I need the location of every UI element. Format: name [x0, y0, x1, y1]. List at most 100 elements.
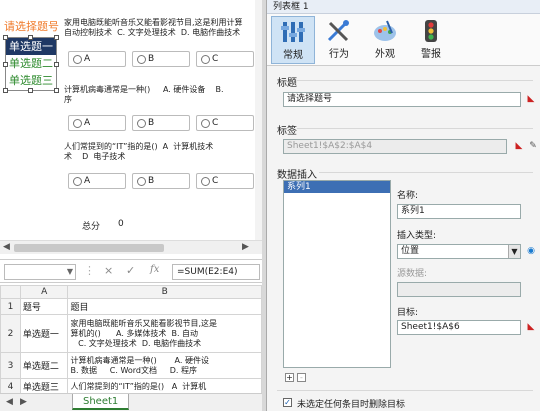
resize-handle[interactable]	[28, 35, 33, 40]
behavior-icon	[327, 20, 349, 42]
link-cell-icon[interactable]: ◣	[513, 140, 525, 152]
tab-general[interactable]: 常规	[271, 16, 315, 64]
tab-alert[interactable]: 警报	[409, 16, 453, 64]
resize-handle[interactable]	[3, 88, 8, 93]
sheet-tab-bar: ◀ ▶ Sheet1	[0, 393, 262, 411]
fx-icon[interactable]: fx	[150, 264, 159, 275]
prev-sheet-icon[interactable]: ◀	[6, 397, 13, 407]
form-horizontal-scrollbar[interactable]: ◀ ▶	[0, 240, 262, 254]
formula-bar: ▼ ⋮ × ✓ fx =SUM(E2:E4)	[0, 259, 262, 283]
column-header-a[interactable]: A	[19, 285, 69, 299]
list-title-label: 请选择题号	[4, 20, 59, 33]
info-icon[interactable]: ◉	[525, 245, 537, 257]
option-c[interactable]: C	[196, 115, 254, 131]
column-header-b[interactable]: B	[67, 285, 262, 299]
resize-handle[interactable]	[54, 62, 59, 67]
option-b[interactable]: B	[132, 115, 190, 131]
tag-input[interactable]: Sheet1!$A$2:$A$4	[283, 139, 507, 154]
row-header[interactable]: 3	[0, 352, 21, 379]
series-item[interactable]: 系列1	[284, 181, 390, 193]
radio-icon	[201, 119, 210, 128]
cell-b2[interactable]: 家用电脑既能听音乐又能看影视节目,这是 算机的() A. 多媒体技术 B. 自动…	[67, 314, 262, 353]
row-header[interactable]: 1	[0, 298, 21, 315]
form-canvas: 请选择题号 单选题一 单选题二 单选题三 家用电脑既能听音乐又能看影视节目,这是…	[0, 0, 262, 240]
row-header[interactable]: 2	[0, 314, 21, 353]
panel-tab-bar: 常规 行为 外观 警报	[267, 14, 540, 66]
scroll-thumb[interactable]	[14, 244, 164, 252]
question-3-text: 人们常提到的“IT”指的是() A 计算机技术 术 D 电子技术	[64, 142, 214, 161]
source-data-input[interactable]	[397, 282, 521, 297]
title-input[interactable]: 请选择题号	[283, 92, 521, 107]
list-option-3[interactable]: 单选题三	[6, 72, 56, 89]
panel-title: 列表框 1	[267, 0, 540, 14]
question-2-text: 计算机病毒通常是一种() A. 硬件设备 B. 序	[64, 85, 224, 104]
link-cell-icon[interactable]: ◣	[525, 321, 537, 333]
cell-a4[interactable]: 单选题三	[19, 378, 69, 393]
corner-cell[interactable]	[0, 285, 21, 299]
insert-type-select[interactable]: 位置 ▼	[397, 244, 521, 259]
title-section-label: 标题	[277, 78, 297, 89]
name-box[interactable]: ▼	[4, 264, 76, 280]
radio-icon	[73, 55, 82, 64]
list-option-1[interactable]: 单选题一	[6, 38, 56, 55]
sheet-tab-sheet1[interactable]: Sheet1	[72, 394, 130, 410]
radio-icon	[201, 55, 210, 64]
cell-b4[interactable]: 人们常提到的“IT”指的是() A 计算机	[67, 378, 262, 393]
cell-a3[interactable]: 单选题二	[19, 352, 69, 379]
resize-handle[interactable]	[3, 35, 8, 40]
question-3-options: A B C	[68, 173, 258, 191]
target-input[interactable]: Sheet1!$A$6	[397, 320, 521, 335]
series-list[interactable]: 系列1	[283, 180, 391, 368]
scroll-left-icon[interactable]: ◀	[3, 242, 10, 252]
question-listbox[interactable]: 单选题一 单选题二 单选题三	[5, 37, 57, 91]
target-label: 目标:	[397, 308, 419, 318]
remove-series-button[interactable]: -	[297, 373, 306, 382]
option-c[interactable]: C	[196, 173, 254, 189]
next-sheet-icon[interactable]: ▶	[20, 397, 27, 407]
link-cell-icon[interactable]: ◣	[525, 93, 537, 105]
resize-handle[interactable]	[3, 62, 8, 67]
radio-icon	[201, 177, 210, 186]
cancel-icon[interactable]: ×	[104, 264, 113, 277]
option-c[interactable]: C	[196, 51, 254, 67]
radio-icon	[137, 119, 146, 128]
chevron-down-icon[interactable]: ▼	[508, 245, 520, 258]
option-a[interactable]: A	[68, 51, 126, 67]
resize-handle[interactable]	[54, 35, 59, 40]
name-label: 名称:	[397, 191, 419, 201]
radio-icon	[73, 119, 82, 128]
enter-check-icon[interactable]: ✓	[126, 264, 135, 277]
question-2-options: A B C	[68, 115, 258, 133]
question-1-options: A B C	[68, 51, 258, 69]
add-series-button[interactable]: +	[285, 373, 294, 382]
option-a[interactable]: A	[68, 173, 126, 189]
form-vertical-scrollbar[interactable]	[255, 0, 262, 240]
cell-b1[interactable]: 题目	[67, 298, 262, 315]
radio-icon	[137, 177, 146, 186]
general-tool-icon	[281, 22, 305, 42]
option-b[interactable]: B	[132, 51, 190, 67]
radio-icon	[73, 177, 82, 186]
tab-behavior[interactable]: 行为	[317, 16, 361, 64]
spreadsheet-grid: A B 1 题号 题目 2 单选题一 家用电脑既能听音乐又能看影视节目,这是 算…	[0, 285, 262, 393]
scroll-right-icon[interactable]: ▶	[242, 242, 249, 252]
resize-handle[interactable]	[54, 88, 59, 93]
radio-icon	[137, 55, 146, 64]
resize-handle[interactable]	[28, 88, 33, 93]
cell-a2[interactable]: 单选题一	[19, 314, 69, 353]
option-a[interactable]: A	[68, 115, 126, 131]
delete-target-checkbox[interactable]: ✓	[283, 398, 292, 407]
total-value: 0	[118, 219, 124, 229]
cell-a1[interactable]: 题号	[19, 298, 69, 315]
tab-appearance[interactable]: 外观	[363, 16, 407, 64]
properties-panel: 列表框 1 常规 行为 外观 警报 标题 请选择题号 ◣ 标签 Sheet1!$…	[266, 0, 540, 411]
chevron-down-icon[interactable]: ▼	[67, 267, 73, 276]
list-option-2[interactable]: 单选题二	[6, 55, 56, 72]
option-b[interactable]: B	[132, 173, 190, 189]
row-header[interactable]: 4	[0, 378, 21, 393]
alert-light-icon	[425, 20, 437, 42]
edit-icon[interactable]: ✎	[527, 140, 539, 152]
cell-b3[interactable]: 计算机病毒通常是一种() A. 硬件设 B. 数据 C. Word文档 D. 程…	[67, 352, 262, 379]
formula-input[interactable]: =SUM(E2:E4)	[172, 264, 260, 280]
name-input[interactable]: 系列1	[397, 204, 521, 219]
